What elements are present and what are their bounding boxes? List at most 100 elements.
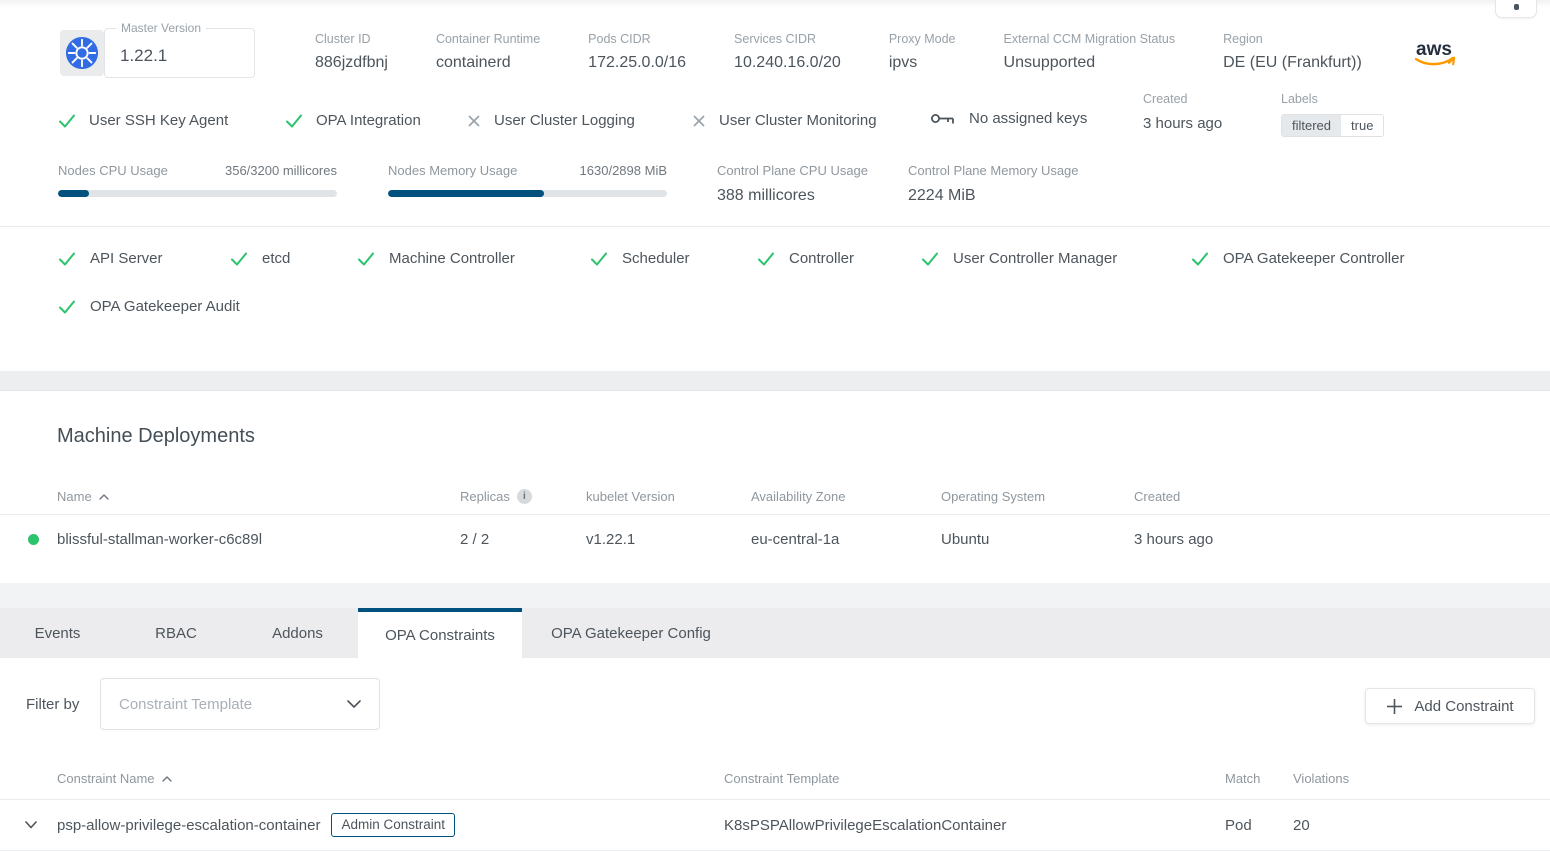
- md-cell-replicas: 2 / 2: [460, 531, 586, 548]
- column-header-violations: Violations: [1293, 771, 1550, 786]
- label-chip-value: true: [1341, 115, 1383, 136]
- health-check-user-controller-manager: User Controller Manager: [921, 250, 1117, 267]
- health-check-label: API Server: [90, 250, 163, 267]
- health-check-label: Controller: [789, 250, 854, 267]
- created-block: Created 3 hours ago: [1143, 92, 1222, 132]
- usage-value: 356/3200 millicores: [225, 163, 337, 178]
- machine-deployments-header-row: Name Replicas i kubelet Version Availabi…: [0, 479, 1550, 515]
- info-field-ccm-migration: External CCM Migration Status Unsupporte…: [1004, 32, 1176, 72]
- check-icon: [58, 251, 76, 267]
- machine-deployment-row[interactable]: blissful-stallman-worker-c6c89l 2 / 2 v1…: [0, 515, 1550, 563]
- aws-logo: aws: [1412, 38, 1458, 75]
- ssh-keys-status: No assigned keys: [930, 110, 1087, 127]
- constraint-template-select[interactable]: Constraint Template: [100, 678, 380, 730]
- check-icon: [1191, 251, 1209, 267]
- health-check-label: OPA Gatekeeper Audit: [90, 298, 240, 315]
- column-header-availability-zone: Availability Zone: [751, 489, 941, 504]
- feature-label: User Cluster Monitoring: [719, 112, 877, 129]
- plus-icon: [1386, 698, 1403, 715]
- add-constraint-label: Add Constraint: [1414, 698, 1513, 715]
- progress-bar: [388, 190, 667, 197]
- feature-opa-integration: OPA Integration: [285, 112, 421, 129]
- top-edge-shadow: [0, 0, 1550, 7]
- constraint-row[interactable]: psp-allow-privilege-escalation-container…: [0, 800, 1550, 851]
- label-chip: filtered true: [1281, 114, 1384, 137]
- check-icon: [590, 251, 608, 267]
- ssh-keys-text: No assigned keys: [969, 110, 1087, 127]
- status-dot-healthy: [28, 534, 39, 545]
- constraint-name: psp-allow-privilege-escalation-container: [57, 817, 320, 834]
- info-value: DE (EU (Frankfurt)): [1223, 54, 1362, 72]
- md-cell-kubelet: v1.22.1: [586, 531, 751, 548]
- tab-rbac[interactable]: RBAC: [115, 608, 237, 658]
- cluster-options-button[interactable]: [1495, 0, 1537, 18]
- column-header-name[interactable]: Name: [57, 489, 460, 504]
- sort-asc-icon: [99, 494, 109, 500]
- column-label: Availability Zone: [751, 489, 845, 504]
- health-check-label: Scheduler: [622, 250, 690, 267]
- column-label: kubelet Version: [586, 489, 675, 504]
- check-icon: [58, 113, 76, 129]
- tab-addons[interactable]: Addons: [237, 608, 358, 658]
- check-icon: [285, 113, 303, 129]
- created-label: Created: [1143, 92, 1222, 106]
- health-check-label: OPA Gatekeeper Controller: [1223, 250, 1404, 267]
- health-check-etcd: etcd: [230, 250, 290, 267]
- labels-label: Labels: [1281, 92, 1384, 106]
- health-check-scheduler: Scheduler: [590, 250, 690, 267]
- check-icon: [58, 299, 76, 315]
- machine-deployments-title: Machine Deployments: [57, 425, 255, 448]
- md-cell-name: blissful-stallman-worker-c6c89l: [57, 531, 460, 548]
- health-check-api-server: API Server: [58, 250, 163, 267]
- info-field-region: Region DE (EU (Frankfurt)): [1223, 32, 1362, 72]
- created-value: 3 hours ago: [1143, 115, 1222, 132]
- usage-value: 388 millicores: [717, 187, 868, 205]
- svg-text:aws: aws: [1416, 39, 1452, 60]
- info-field-cluster-id: Cluster ID 886jzdfbnj: [315, 32, 388, 72]
- info-value: 10.240.16.0/20: [734, 54, 841, 72]
- info-icon[interactable]: i: [517, 489, 532, 504]
- usage-value: 1630/2898 MiB: [580, 163, 667, 178]
- feature-user-cluster-logging: User Cluster Logging: [467, 112, 635, 129]
- column-label: Constraint Name: [57, 771, 155, 786]
- add-constraint-button[interactable]: Add Constraint: [1365, 688, 1535, 724]
- tab-opa-constraints[interactable]: OPA Constraints: [358, 608, 522, 658]
- check-icon: [921, 251, 939, 267]
- column-label: Created: [1134, 489, 1180, 504]
- feature-label: User Cluster Logging: [494, 112, 635, 129]
- section-gap: [0, 583, 1550, 608]
- progress-bar-fill: [58, 190, 89, 197]
- column-header-constraint-template: Constraint Template: [724, 771, 1225, 786]
- label-chip-key: filtered: [1282, 115, 1341, 136]
- sort-asc-icon: [162, 776, 172, 782]
- info-value: ipvs: [889, 54, 956, 72]
- cluster-summary-card: Master Version 1.22.1 Cluster ID 886jzdf…: [0, 0, 1550, 371]
- feature-label: OPA Integration: [316, 112, 421, 129]
- column-header-replicas: Replicas i: [460, 489, 586, 504]
- constraint-violations: 20: [1293, 817, 1550, 834]
- health-check-opa-gatekeeper-controller: OPA Gatekeeper Controller: [1191, 250, 1404, 267]
- md-cell-os: Ubuntu: [941, 531, 1134, 548]
- info-label: External CCM Migration Status: [1004, 32, 1176, 46]
- nodes-cpu-usage: Nodes CPU Usage 356/3200 millicores: [58, 163, 337, 197]
- tab-events[interactable]: Events: [0, 608, 115, 658]
- opa-constraints-panel: Filter by Constraint Template Add Constr…: [0, 658, 1550, 851]
- feature-label: User SSH Key Agent: [89, 112, 228, 129]
- nodes-memory-usage: Nodes Memory Usage 1630/2898 MiB: [388, 163, 667, 197]
- column-header-constraint-name[interactable]: Constraint Name: [57, 771, 724, 786]
- info-field-container-runtime: Container Runtime containerd: [436, 32, 540, 72]
- column-label: Operating System: [941, 489, 1045, 504]
- column-header-operating-system: Operating System: [941, 489, 1134, 504]
- ellipsis-icon: [1514, 4, 1519, 10]
- info-field-services-cidr: Services CIDR 10.240.16.0/20: [734, 32, 841, 72]
- check-icon: [757, 251, 775, 267]
- usage-label: Nodes Memory Usage: [388, 163, 517, 178]
- section-divider: [0, 226, 1550, 227]
- health-check-opa-gatekeeper-audit: OPA Gatekeeper Audit: [58, 298, 240, 315]
- constraint-template: K8sPSPAllowPrivilegeEscalationContainer: [724, 817, 1225, 834]
- expand-chevron-icon[interactable]: [25, 821, 57, 829]
- column-header-kubelet-version: kubelet Version: [586, 489, 751, 504]
- tab-opa-gatekeeper-config[interactable]: OPA Gatekeeper Config: [522, 608, 740, 658]
- chevron-down-icon: [347, 700, 361, 708]
- info-value: 172.25.0.0/16: [588, 54, 686, 72]
